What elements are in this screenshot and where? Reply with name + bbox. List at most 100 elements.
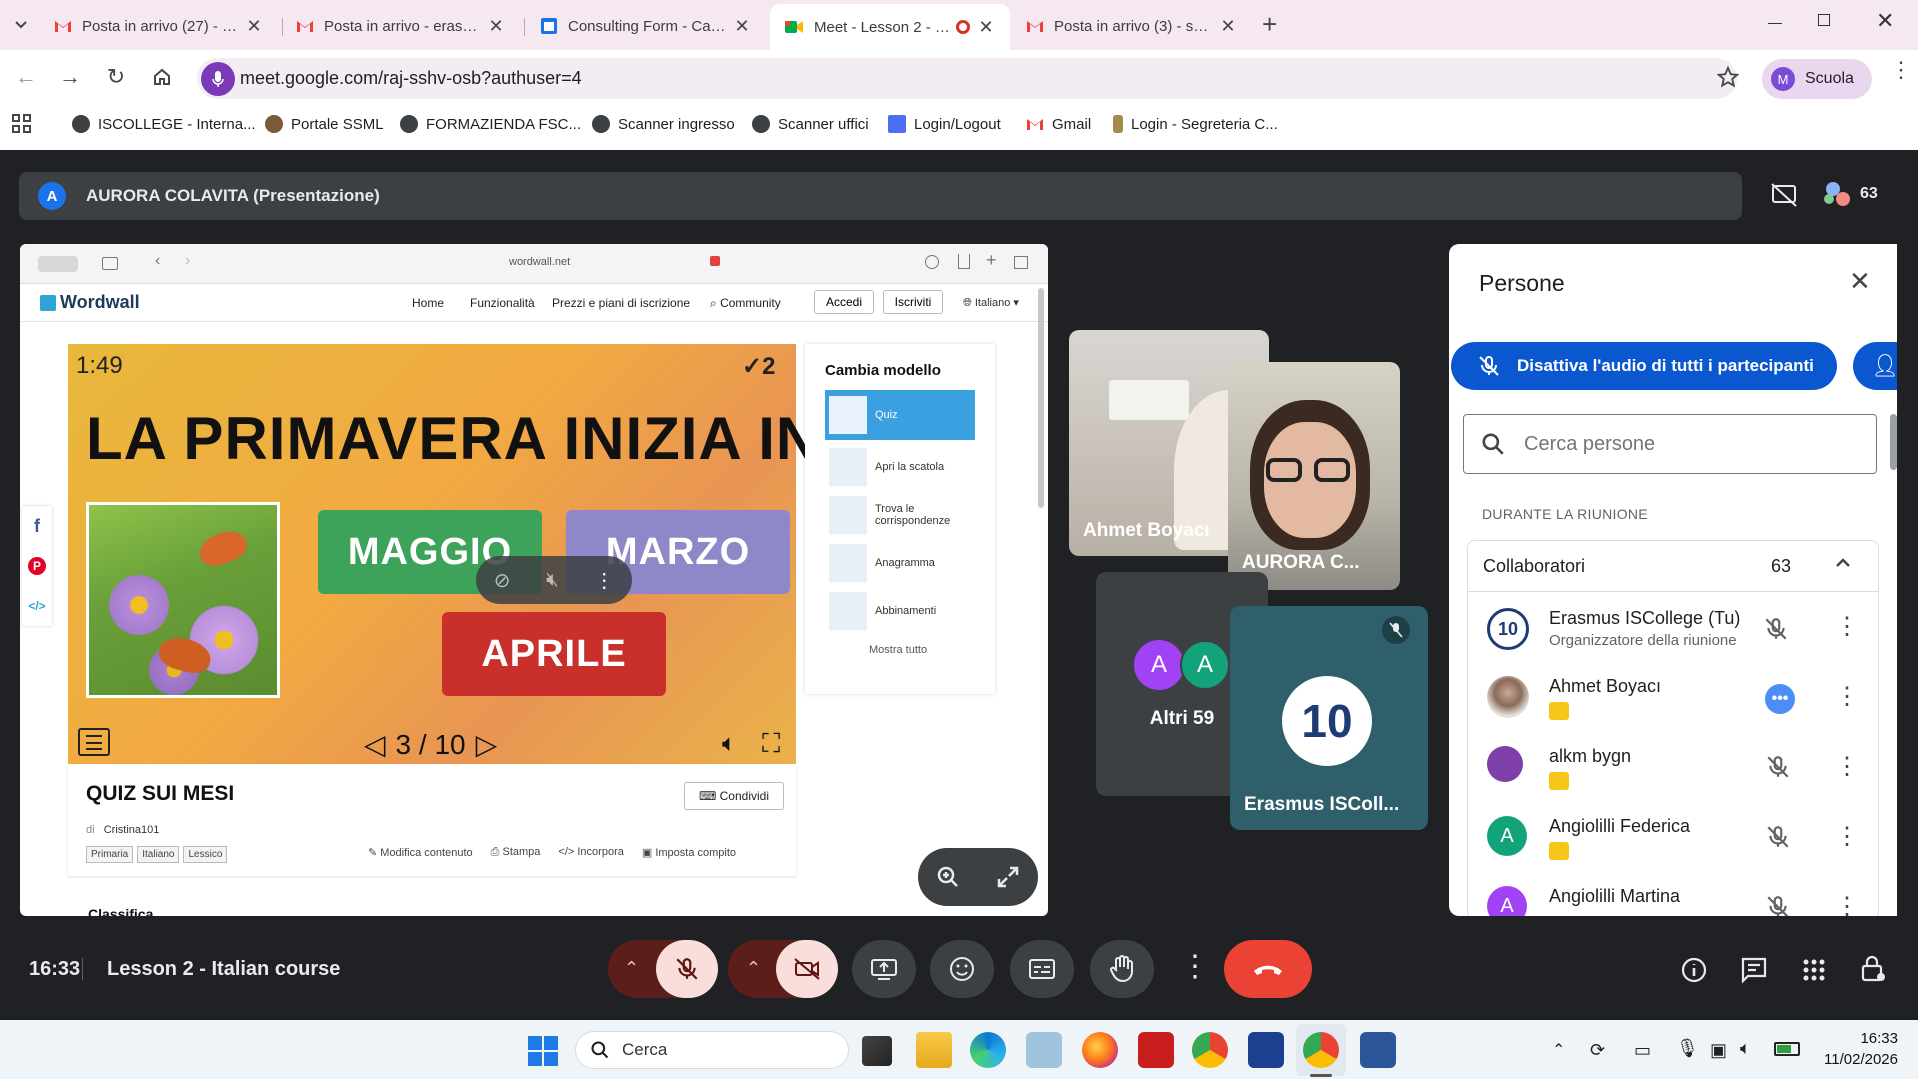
mic-toggle-button[interactable] xyxy=(656,940,718,998)
add-people-icon[interactable]: 👤︎+ xyxy=(1853,342,1897,390)
sync-icon[interactable]: ⟳ xyxy=(1590,1040,1605,1061)
camera-toggle-button[interactable] xyxy=(776,940,838,998)
person-row[interactable]: 10 Erasmus ISCollege (Tu) Organizzatore … xyxy=(1449,594,1897,664)
back-icon[interactable]: ← xyxy=(8,59,44,95)
fullscreen-icon[interactable] xyxy=(996,865,1020,889)
file-explorer-icon[interactable] xyxy=(916,1032,952,1068)
maximize-icon[interactable] xyxy=(1818,14,1830,26)
close-panel-icon[interactable]: ✕ xyxy=(1849,266,1871,297)
teamviewer-icon[interactable] xyxy=(1248,1032,1284,1068)
volume-icon[interactable]: 🔈︎ xyxy=(1740,1038,1751,1059)
person-row[interactable]: A Angiolilli Federica ⋮ xyxy=(1449,804,1897,874)
tab-calendar[interactable]: Consulting Form - Calendario - ✕ xyxy=(526,6,766,46)
bookmark-scanner-ingresso[interactable]: Scanner ingresso xyxy=(592,112,735,136)
hide-presentation-icon[interactable] xyxy=(1770,182,1798,208)
close-tab-icon[interactable]: ✕ xyxy=(486,16,506,37)
device-icon[interactable]: ▭ xyxy=(1634,1040,1651,1061)
network-icon[interactable]: ▣ xyxy=(1710,1040,1727,1061)
close-tab-icon[interactable]: ✕ xyxy=(1218,16,1238,37)
globe-icon xyxy=(592,115,610,133)
mic-off-icon[interactable] xyxy=(1765,754,1791,780)
present-screen-button[interactable] xyxy=(852,940,916,998)
bookmark-scanner-uffici[interactable]: Scanner uffici xyxy=(752,112,869,136)
bookmark-formazienda[interactable]: FORMAZIENDA FSC... xyxy=(400,112,581,136)
bookmark-iscollege[interactable]: ISCOLLEGE - Interna... xyxy=(72,112,256,136)
firefox-icon[interactable] xyxy=(1082,1032,1118,1068)
acrobat-icon[interactable] xyxy=(1138,1032,1174,1068)
taskbar-time[interactable]: 16:33 xyxy=(1822,1030,1898,1047)
taskbar-search[interactable]: Cerca xyxy=(575,1031,849,1069)
participant-count-button[interactable]: 63 xyxy=(1824,178,1884,210)
more-options-icon[interactable]: ⋮ xyxy=(1835,612,1859,641)
camera-options-chevron-icon[interactable]: ⌃ xyxy=(746,958,761,979)
bookmark-gmail[interactable]: Gmail xyxy=(1026,112,1091,136)
microphone-icon[interactable]: 🎙︎ xyxy=(1676,1038,1699,1059)
close-tab-icon[interactable]: ✕ xyxy=(244,16,264,37)
more-options-icon[interactable]: ⋮ xyxy=(1835,892,1859,916)
more-options-icon[interactable]: ⋮ xyxy=(1180,950,1210,984)
close-tab-icon[interactable]: ✕ xyxy=(976,17,996,38)
tab-gmail-2[interactable]: Posta in arrivo - erasmus@iscol ✕ xyxy=(282,6,520,46)
show-hidden-icons-icon[interactable]: ⌃ xyxy=(1552,1040,1565,1060)
bookmark-star-icon[interactable] xyxy=(1717,66,1739,88)
word-icon[interactable] xyxy=(1360,1032,1396,1068)
group-header[interactable]: Collaboratori 63 xyxy=(1467,540,1879,592)
chat-icon[interactable] xyxy=(1740,956,1768,984)
mic-options-chevron-icon[interactable]: ⌃ xyxy=(624,958,639,979)
host-controls-lock-icon[interactable] xyxy=(1860,954,1886,984)
tab-gmail-1[interactable]: Posta in arrivo (27) - m.paniche ✕ xyxy=(40,6,278,46)
edge-icon[interactable] xyxy=(970,1032,1006,1068)
person-row[interactable]: A Angiolilli Martina ⋮ xyxy=(1449,874,1897,916)
task-view-icon[interactable] xyxy=(862,1036,892,1066)
microphone-in-use-icon[interactable] xyxy=(201,62,235,96)
meeting-info-icon[interactable] xyxy=(1680,956,1708,984)
more-options-icon[interactable]: ⋮ xyxy=(1835,752,1859,781)
emoji-icon xyxy=(950,957,974,981)
mute-all-button[interactable]: Disattiva l'audio di tutti i partecipant… xyxy=(1451,342,1837,390)
reload-icon[interactable]: ↻ xyxy=(98,59,134,95)
more-options-icon[interactable]: ⋮ xyxy=(1835,682,1859,711)
leave-call-button[interactable] xyxy=(1224,940,1312,998)
tab-meet-active[interactable]: Meet - Lesson 2 - Italian co ✕ xyxy=(770,4,1010,50)
new-tab-button[interactable]: + xyxy=(1262,9,1277,40)
bookmark-portale-ssml[interactable]: Portale SSML xyxy=(265,112,384,136)
mic-off-icon[interactable] xyxy=(1763,616,1789,642)
reactions-button[interactable] xyxy=(930,940,994,998)
zoom-in-icon[interactable] xyxy=(936,865,960,889)
more-options-icon[interactable]: ⋮ xyxy=(1835,822,1859,851)
panel-scrollbar[interactable] xyxy=(1890,414,1897,470)
close-tab-icon[interactable]: ✕ xyxy=(732,16,752,37)
calendar-icon xyxy=(541,18,557,34)
tile-aurora[interactable]: AURORA C... xyxy=(1228,362,1400,590)
tile-erasmus[interactable]: 10 Erasmus ISColl... xyxy=(1230,606,1428,830)
bookmark-login-logout[interactable]: Login/Logout xyxy=(888,112,1001,136)
activities-grid-icon[interactable] xyxy=(1802,958,1826,982)
search-people-field[interactable] xyxy=(1463,414,1877,474)
profile-button[interactable]: M Scuola xyxy=(1762,59,1872,99)
captions-button[interactable] xyxy=(1010,940,1074,998)
home-icon[interactable] xyxy=(144,59,180,95)
mic-off-icon[interactable] xyxy=(1765,824,1791,850)
search-people-input[interactable] xyxy=(1524,429,1854,459)
minimize-icon[interactable] xyxy=(1760,12,1790,36)
battery-icon[interactable] xyxy=(1774,1042,1800,1056)
chrome-profile-icon[interactable] xyxy=(1303,1032,1339,1068)
person-row[interactable]: alkm bygn ⋮ xyxy=(1449,734,1897,804)
apps-grid-icon[interactable] xyxy=(12,114,32,134)
taskbar-date[interactable]: 11/02/2026 xyxy=(1808,1051,1898,1068)
mic-off-icon[interactable] xyxy=(1765,894,1791,916)
windows-start-icon[interactable] xyxy=(528,1036,558,1066)
raise-hand-button[interactable] xyxy=(1090,940,1154,998)
tab-search-chevron-icon[interactable] xyxy=(6,7,36,43)
tab-gmail-3[interactable]: Posta in arrivo (3) - segreteria.s ✕ xyxy=(1012,6,1252,46)
bookmark-login-segreteria[interactable]: Login - Segreteria C... xyxy=(1113,112,1278,136)
person-row[interactable]: Ahmet Boyacı ••• ⋮ xyxy=(1449,664,1897,734)
snipping-tool-icon[interactable] xyxy=(1026,1032,1062,1068)
url-text[interactable]: meet.google.com/raj-sshv-osb?authuser=4 xyxy=(240,68,582,89)
chrome-icon[interactable] xyxy=(1192,1032,1228,1068)
browser-menu-icon[interactable]: ⋮ xyxy=(1890,59,1912,81)
close-window-icon[interactable]: ✕ xyxy=(1876,8,1894,34)
forward-icon[interactable]: → xyxy=(52,59,88,95)
language-selector: 🌐︎ Italiano ▾ xyxy=(963,297,1019,309)
chevron-up-icon[interactable] xyxy=(1835,558,1851,568)
